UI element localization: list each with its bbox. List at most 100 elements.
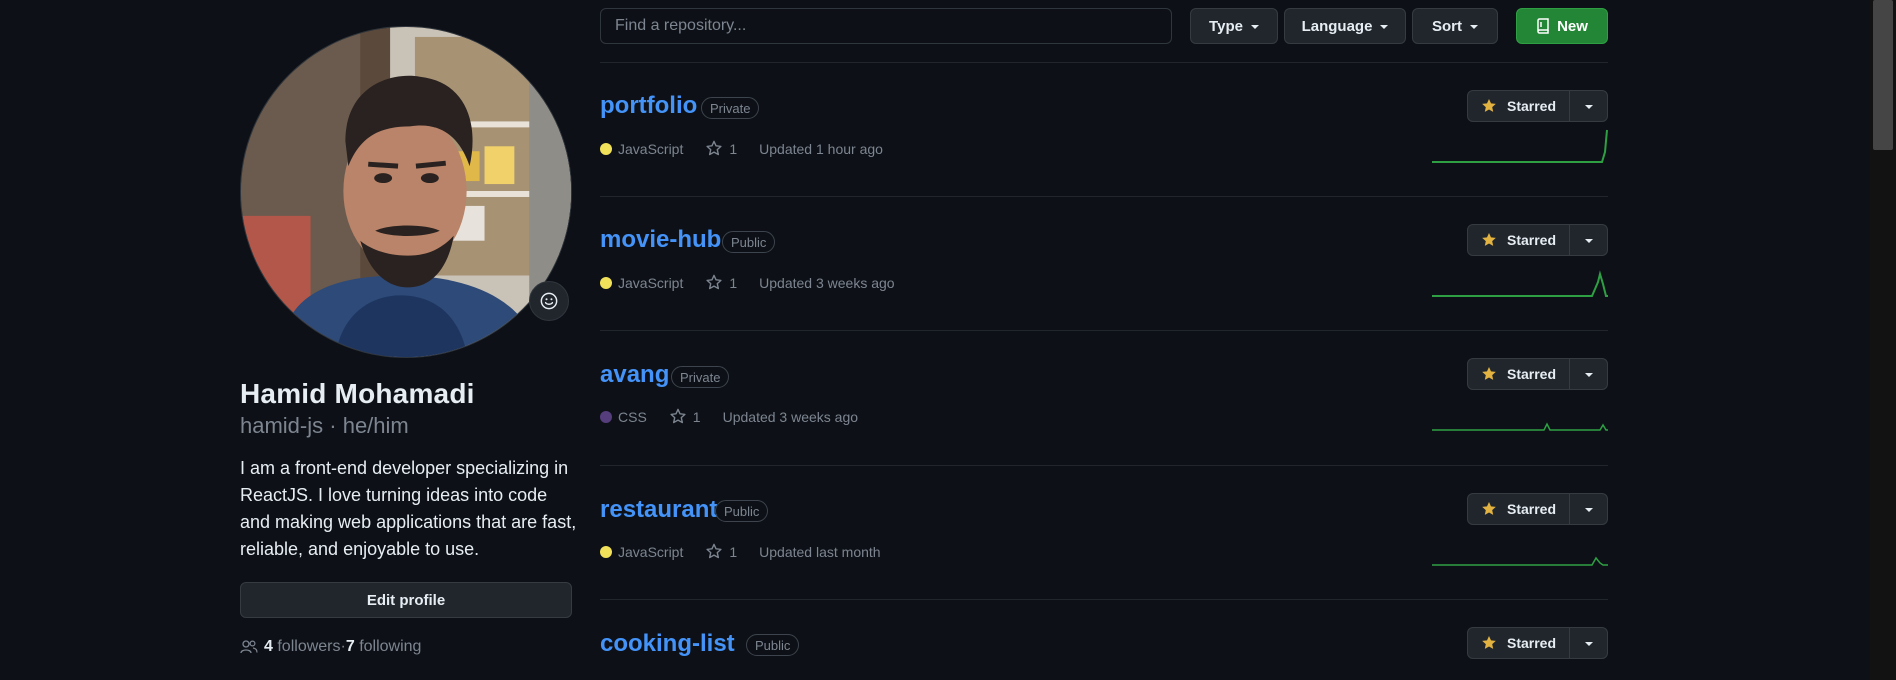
starred-button-group: Starred: [1467, 358, 1608, 390]
followers-label: followers: [277, 638, 341, 655]
profile-username-line: hamid-js · he/him: [240, 413, 409, 439]
caret-down-icon: [1584, 642, 1593, 646]
stargazers-link[interactable]: 1: [669, 408, 701, 425]
repo-icon: [1537, 18, 1549, 34]
starred-label: Starred: [1506, 501, 1557, 517]
repo-name-link[interactable]: cooking-list: [600, 630, 735, 658]
star-count-value: 1: [729, 274, 738, 291]
separator-dot: ·: [323, 413, 343, 438]
profile-bio: I am a front-end developer specializing …: [240, 458, 577, 559]
stargazers-link[interactable]: 1: [705, 274, 737, 291]
starred-button-group: Starred: [1467, 627, 1608, 659]
repo-meta: JavaScript 1 Updated last month: [600, 543, 881, 560]
visibility-badge: Public: [746, 634, 800, 656]
unstar-button[interactable]: Starred: [1468, 359, 1570, 389]
caret-down-icon: [1584, 373, 1593, 377]
avatar[interactable]: [240, 26, 572, 358]
star-filled-icon: [1482, 99, 1496, 112]
smiley-icon: [540, 292, 558, 310]
caret-down-icon: [1584, 239, 1593, 243]
language-color-dot: [600, 545, 612, 558]
following-link[interactable]: 7 following: [346, 638, 422, 656]
caret-down-icon: [1250, 25, 1259, 29]
star-list-dropdown[interactable]: [1570, 91, 1607, 121]
star-list-dropdown[interactable]: [1570, 225, 1607, 255]
followers-link[interactable]: 4 followers: [264, 638, 341, 656]
visibility-badge: Public: [722, 231, 776, 253]
starred-label: Starred: [1506, 366, 1557, 382]
follow-stats: 4 followers · 7 following: [240, 638, 421, 656]
star-list-dropdown[interactable]: [1570, 359, 1607, 389]
activity-sparkline: [1432, 129, 1608, 163]
repo-language: CSS: [618, 408, 647, 425]
starred-label: Starred: [1506, 232, 1557, 248]
followers-count: 4: [264, 638, 273, 655]
unstar-button[interactable]: Starred: [1468, 628, 1570, 658]
updated-time: Updated 3 weeks ago: [722, 408, 859, 425]
star-list-dropdown[interactable]: [1570, 494, 1607, 524]
edit-profile-button[interactable]: Edit profile: [240, 582, 572, 618]
stargazers-link[interactable]: 1: [705, 140, 737, 157]
profile-display-name: Hamid Mohamadi: [240, 378, 475, 409]
repo-language: JavaScript: [618, 543, 684, 560]
language-color-dot: [600, 276, 612, 289]
caret-down-icon: [1584, 105, 1593, 109]
type-filter-button[interactable]: Type: [1190, 8, 1278, 44]
list-divider: [600, 330, 1608, 331]
star-outline-icon: [706, 543, 722, 559]
caret-down-icon: [1470, 25, 1478, 29]
unstar-button[interactable]: Starred: [1468, 225, 1570, 255]
repo-meta: CSS 1 Updated 3 weeks ago: [600, 408, 858, 425]
repo-language: JavaScript: [618, 140, 684, 157]
updated-time: Updated 1 hour ago: [759, 140, 883, 157]
repo-meta: JavaScript 1 Updated 3 weeks ago: [600, 274, 895, 291]
scrollbar-thumb[interactable]: [1873, 0, 1893, 150]
language-filter-label: Language: [1301, 17, 1373, 35]
following-label: following: [359, 638, 422, 655]
unstar-button[interactable]: Starred: [1468, 494, 1570, 524]
sort-button[interactable]: Sort: [1412, 8, 1498, 44]
star-filled-icon: [1482, 502, 1496, 515]
repo-name-link[interactable]: restaurant: [600, 496, 717, 524]
activity-sparkline: [1432, 422, 1608, 431]
profile-repositories-page: Hamid Mohamadi hamid-js · he/him I am a …: [0, 0, 1896, 680]
new-repository-button[interactable]: New: [1516, 8, 1608, 44]
starred-button-group: Starred: [1467, 493, 1608, 525]
list-divider: [600, 465, 1608, 466]
language-color-dot: [600, 410, 612, 423]
list-divider: [600, 196, 1608, 197]
star-outline-icon: [706, 140, 722, 156]
star-outline-icon: [706, 274, 722, 290]
language-filter-button[interactable]: Language: [1284, 8, 1406, 44]
star-filled-icon: [1482, 233, 1496, 246]
starred-label: Starred: [1506, 98, 1557, 114]
updated-time: Updated last month: [759, 543, 881, 560]
star-filled-icon: [1482, 367, 1496, 380]
repo-meta: JavaScript 1 Updated 1 hour ago: [600, 140, 883, 157]
people-icon: [240, 639, 258, 655]
unstar-button[interactable]: Starred: [1468, 91, 1570, 121]
list-divider: [600, 62, 1608, 63]
stargazers-link[interactable]: 1: [705, 543, 737, 560]
starred-button-group: Starred: [1467, 90, 1608, 122]
caret-down-icon: [1380, 25, 1389, 29]
new-repository-label: New: [1557, 17, 1588, 35]
find-repository-input[interactable]: [600, 8, 1172, 44]
type-filter-label: Type: [1209, 17, 1243, 35]
set-status-button[interactable]: [529, 281, 569, 321]
visibility-badge: Public: [715, 500, 769, 522]
visibility-badge: Private: [701, 97, 760, 119]
repo-name-link[interactable]: movie-hub: [600, 226, 721, 254]
sort-label: Sort: [1432, 17, 1462, 35]
star-count-value: 1: [729, 543, 738, 560]
caret-down-icon: [1584, 508, 1593, 512]
repo-name-link[interactable]: avang: [600, 361, 669, 389]
activity-sparkline: [1432, 270, 1608, 297]
starred-button-group: Starred: [1467, 224, 1608, 256]
repo-name-link[interactable]: portfolio: [600, 92, 697, 120]
profile-pronouns: he/him: [342, 413, 409, 438]
star-list-dropdown[interactable]: [1570, 628, 1607, 658]
star-count-value: 1: [729, 140, 738, 157]
profile-username: hamid-js: [240, 413, 324, 438]
starred-label: Starred: [1506, 635, 1557, 651]
